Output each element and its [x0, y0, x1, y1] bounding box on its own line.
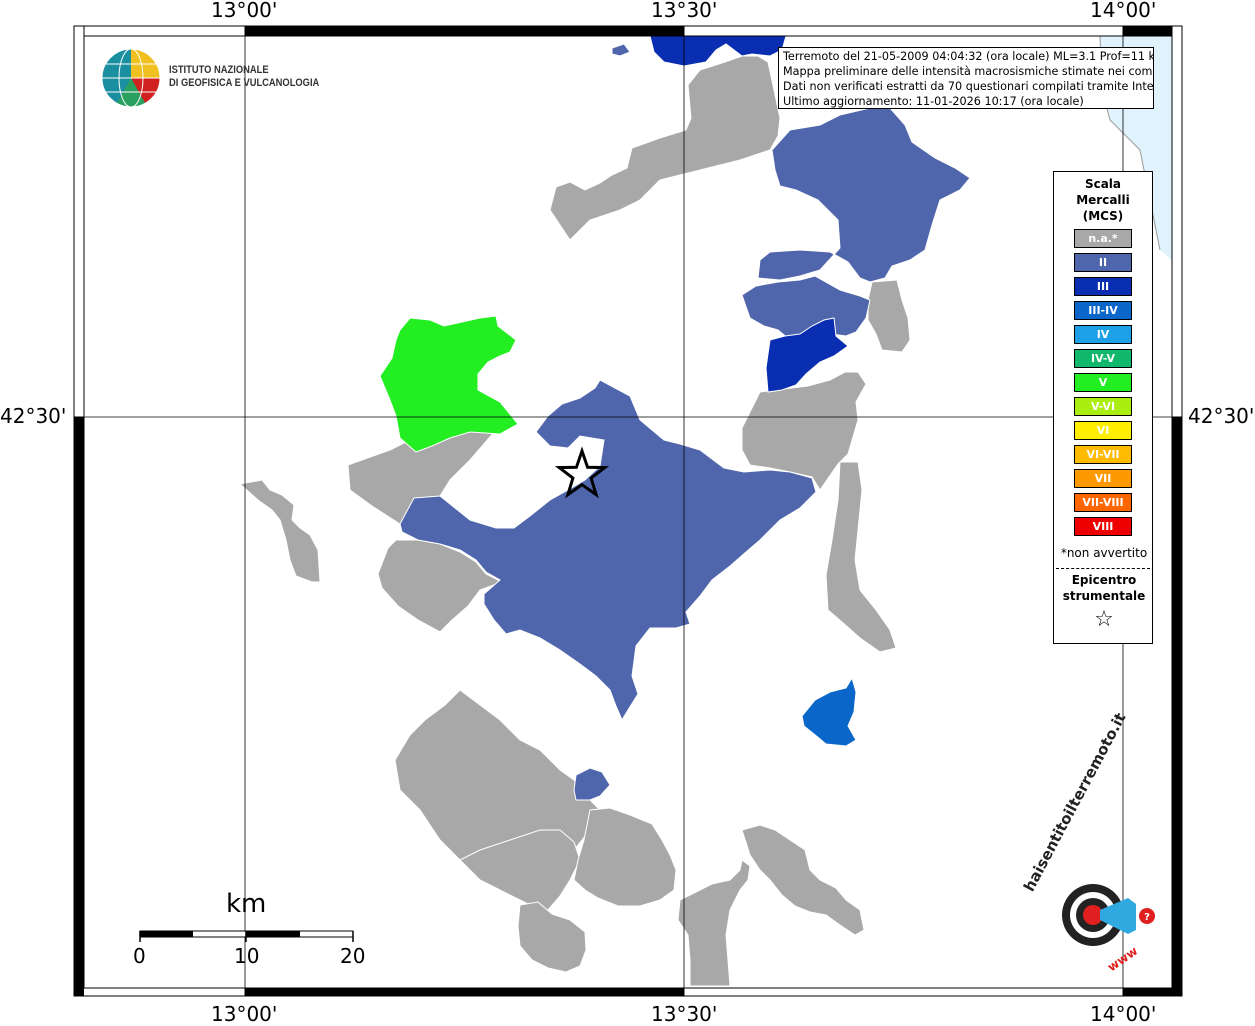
lat-label-right-4230: 42°30'	[1188, 404, 1255, 428]
scale-bar	[139, 930, 354, 942]
legend-item-vii-viii: VII-VIII	[1074, 493, 1132, 512]
legend-star-icon: ☆	[1094, 607, 1114, 632]
legend-title: Scala Mercalli (MCS)	[1054, 176, 1152, 224]
legend-item-ii: II	[1074, 253, 1132, 272]
municipality	[825, 461, 897, 653]
info-line-last-update: Ultimo aggiornamento: 11-01-2026 10:17 (…	[783, 95, 1084, 108]
legend-epicenter-line1: Epicentro	[1071, 573, 1137, 587]
legend-item-iii-iv: III-IV	[1074, 301, 1132, 320]
hst-target-icon: ?	[1062, 884, 1155, 946]
legend-item-viii: VIII	[1074, 517, 1132, 536]
legend-item-vii: VII	[1074, 469, 1132, 488]
municipality-intensity-v	[379, 315, 519, 453]
municipality	[238, 479, 321, 583]
legend-epicenter-line2: strumentale	[1062, 589, 1146, 603]
municipality	[867, 279, 911, 353]
municipality	[573, 767, 611, 801]
lon-label-bottom-1330: 13°30'	[651, 1002, 718, 1026]
municipality	[677, 859, 751, 987]
ingv-logo-line2: DI GEOFISICA E VULCANOLOGIA	[169, 77, 320, 89]
scale-bar-unit: km	[226, 889, 267, 919]
lon-label-top-1400: 14°00'	[1090, 0, 1157, 22]
lat-label-left-4230: 42°30'	[0, 404, 67, 428]
municipality	[517, 901, 587, 973]
lon-label-bottom-1300: 13°00'	[211, 1002, 278, 1026]
legend-title-line1: Scala	[1084, 177, 1122, 191]
legend-title-line3: (MCS)	[1082, 209, 1124, 223]
info-line-map-description: Mappa preliminare delle intensità macros…	[783, 65, 1154, 78]
municipality	[611, 43, 631, 57]
svg-text:?: ?	[1144, 912, 1150, 923]
legend-title-line2: Mercalli	[1076, 193, 1130, 207]
legend-item-iv: IV	[1074, 325, 1132, 344]
municipality	[757, 107, 971, 283]
municipality	[573, 807, 677, 907]
scale-bar-tick-10: 10	[234, 944, 260, 968]
legend-item-v-vi: V-VI	[1074, 397, 1132, 416]
legend-item-vi: VI	[1074, 421, 1132, 440]
info-line-event: Terremoto del 21-05-2009 04:04:32 (ora l…	[783, 50, 1154, 63]
intensity-legend: Scala Mercalli (MCS) n.a.* II III III-IV…	[1053, 171, 1153, 644]
legend-item-iv-v: IV-V	[1074, 349, 1132, 368]
legend-separator	[1056, 568, 1150, 569]
lon-label-top-1300: 13°00'	[211, 0, 278, 22]
legend-item-iii: III	[1074, 277, 1132, 296]
ingv-globe-icon	[101, 48, 161, 108]
lon-label-top-1330: 13°30'	[651, 0, 718, 22]
legend-epicenter-label: Epicentro strumentale	[1054, 572, 1154, 604]
ingv-logo-text: ISTITUTO NAZIONALE DI GEOFISICA E VULCAN…	[169, 64, 319, 90]
municipality	[741, 824, 865, 936]
legend-item-na: n.a.*	[1074, 229, 1132, 248]
legend-note-not-felt: *non avvertito	[1060, 546, 1148, 560]
scale-bar-tick-20: 20	[340, 944, 366, 968]
info-line-data-source: Dati non verificati estratti da 70 quest…	[783, 80, 1154, 93]
municipality-intensity-iii-iv	[801, 676, 857, 747]
legend-item-v: V	[1074, 373, 1132, 392]
lon-label-bottom-1400: 14°00'	[1090, 1002, 1157, 1026]
scale-bar-tick-0: 0	[133, 944, 146, 968]
legend-item-vi-vii: VI-VII	[1074, 445, 1132, 464]
earthquake-info-box: Terremoto del 21-05-2009 04:04:32 (ora l…	[778, 47, 1154, 109]
ingv-logo-line1: ISTITUTO NAZIONALE	[169, 64, 269, 76]
municipality	[549, 55, 781, 241]
